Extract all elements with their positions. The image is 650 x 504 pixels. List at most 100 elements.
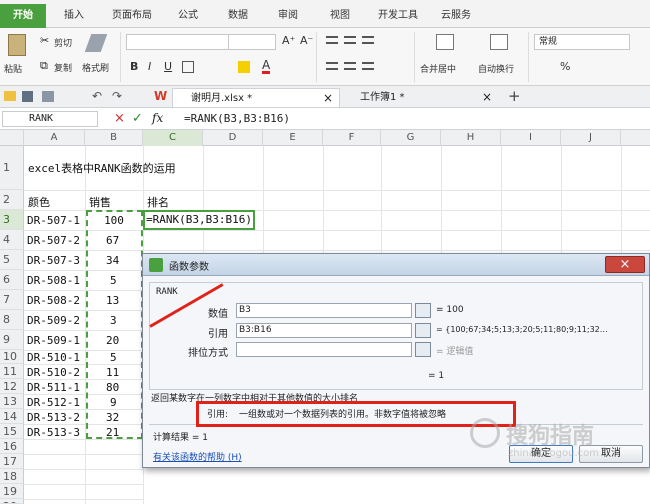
table-cell[interactable]: DR-508-1 [27, 274, 80, 287]
header-cell-sales[interactable]: 销售 [89, 194, 111, 210]
open-folder-icon[interactable] [4, 91, 16, 101]
font-shrink-icon[interactable]: A⁻ [300, 34, 313, 47]
doc-tab-close-icon[interactable]: × [323, 89, 333, 108]
table-cell[interactable]: DR-511-1 [27, 381, 80, 394]
table-cell[interactable]: DR-507-3 [27, 254, 80, 267]
arg2-input[interactable]: B3:B16 [236, 323, 412, 338]
dialog-close-button[interactable]: × [605, 256, 645, 273]
header-cell-rank[interactable]: 排名 [147, 194, 169, 210]
table-cell[interactable]: DR-513-3 [27, 426, 80, 439]
row-header[interactable]: 19 [0, 484, 24, 499]
wrap-text-icon[interactable] [490, 34, 508, 50]
doc-tab-close-icon[interactable]: × [482, 88, 492, 107]
tab-review[interactable]: 审阅 [268, 6, 308, 26]
font-size-select[interactable] [228, 34, 276, 50]
column-header-f[interactable]: F [323, 130, 381, 146]
function-help-link[interactable]: 有关该函数的帮助 (H) [153, 450, 242, 463]
doc-tab-active[interactable]: 谢明月.xlsx * × [172, 88, 340, 107]
column-header-c[interactable]: C [143, 130, 203, 146]
merge-center-label[interactable]: 合并居中 [420, 62, 456, 75]
column-header-j[interactable]: J [561, 130, 621, 146]
tab-home[interactable]: 开始 [0, 4, 46, 28]
arg1-input[interactable]: B3 [236, 303, 412, 318]
align-middle-icon[interactable] [344, 36, 356, 44]
collapse-range-icon[interactable] [415, 303, 431, 318]
table-cell[interactable]: DR-508-2 [27, 294, 80, 307]
column-header-g[interactable]: G [381, 130, 441, 146]
row-header[interactable]: 11 [0, 364, 24, 379]
row-header[interactable]: 7 [0, 290, 24, 310]
scissors-icon[interactable]: ✂ [40, 34, 49, 47]
formula-input[interactable]: =RANK(B3,B3:B16) [184, 111, 644, 127]
table-cell[interactable]: DR-507-1 [27, 214, 80, 227]
insert-function-icon[interactable]: fx [152, 111, 163, 125]
row-header[interactable]: 9 [0, 330, 24, 350]
row-header[interactable]: 16 [0, 439, 24, 454]
row-header[interactable]: 5 [0, 250, 24, 270]
copy-icon[interactable]: ⧉ [40, 59, 48, 73]
font-color-icon[interactable]: A [262, 59, 271, 74]
collapse-range-icon[interactable] [415, 323, 431, 338]
save-icon[interactable] [22, 91, 33, 102]
table-cell[interactable]: DR-509-2 [27, 314, 80, 327]
tab-data[interactable]: 数据 [218, 6, 258, 26]
border-icon[interactable] [182, 61, 194, 73]
row-header[interactable]: 10 [0, 350, 24, 364]
row-header[interactable]: 15 [0, 424, 24, 439]
column-header-b[interactable]: B [85, 130, 143, 146]
italic-button[interactable]: I [148, 60, 151, 73]
name-box[interactable]: RANK [2, 111, 98, 127]
fill-color-icon[interactable] [238, 61, 250, 73]
copy-label[interactable]: 复制 [54, 61, 72, 74]
tab-cloud[interactable]: 云服务 [432, 6, 480, 26]
row-header[interactable]: 20 [0, 499, 24, 504]
align-center-icon[interactable] [344, 62, 356, 70]
row-header[interactable]: 13 [0, 394, 24, 409]
cut-label[interactable]: 剪切 [54, 36, 72, 49]
table-cell[interactable]: DR-510-2 [27, 366, 80, 379]
underline-button[interactable]: U [164, 60, 172, 73]
font-grow-icon[interactable]: A⁺ [282, 34, 295, 47]
format-painter-label[interactable]: 格式刷 [82, 61, 109, 74]
tab-formula[interactable]: 公式 [168, 6, 208, 26]
tab-developer[interactable]: 开发工具 [370, 6, 426, 26]
print-icon[interactable] [42, 91, 54, 102]
bold-button[interactable]: B [130, 60, 138, 73]
paste-label[interactable]: 粘贴 [4, 62, 22, 75]
percent-button[interactable]: % [560, 60, 570, 73]
redo-icon[interactable]: ↷ [112, 89, 122, 103]
row-header[interactable]: 4 [0, 230, 24, 250]
column-header-a[interactable]: A [24, 130, 85, 146]
table-cell[interactable]: DR-509-1 [27, 334, 80, 347]
dialog-title-bar[interactable]: 函数参数 × [143, 254, 649, 276]
new-tab-icon[interactable]: + [508, 87, 521, 105]
align-bottom-icon[interactable] [362, 36, 374, 44]
formula-cancel-icon[interactable]: × [114, 111, 125, 126]
sheet-title-cell[interactable]: excel表格中RANK函数的运用 [28, 160, 176, 176]
row-header[interactable]: 1 [0, 146, 24, 190]
table-cell[interactable]: DR-507-2 [27, 234, 80, 247]
select-all-corner[interactable] [0, 130, 24, 146]
column-header-i[interactable]: I [501, 130, 561, 146]
column-header-e[interactable]: E [263, 130, 323, 146]
tab-view[interactable]: 视图 [320, 6, 360, 26]
row-header[interactable]: 17 [0, 454, 24, 469]
column-header-d[interactable]: D [203, 130, 263, 146]
row-header[interactable]: 12 [0, 379, 24, 394]
row-header[interactable]: 8 [0, 310, 24, 330]
row-header[interactable]: 3 [0, 210, 24, 230]
merge-center-icon[interactable] [436, 34, 454, 50]
header-cell-color[interactable]: 颜色 [28, 194, 50, 210]
table-cell[interactable]: DR-512-1 [27, 396, 80, 409]
auto-wrap-label[interactable]: 自动换行 [478, 62, 514, 75]
doc-tab-inactive[interactable]: 工作簿1 * × [342, 88, 498, 107]
tab-page-layout[interactable]: 页面布局 [104, 6, 160, 26]
formula-confirm-icon[interactable]: ✓ [132, 111, 143, 126]
collapse-range-icon[interactable] [415, 342, 431, 357]
align-top-icon[interactable] [326, 36, 338, 44]
brush-icon[interactable] [84, 34, 108, 52]
paste-icon[interactable] [8, 34, 26, 56]
arg3-input[interactable] [236, 342, 412, 357]
table-cell[interactable]: DR-513-2 [27, 411, 80, 424]
column-header-h[interactable]: H [441, 130, 501, 146]
